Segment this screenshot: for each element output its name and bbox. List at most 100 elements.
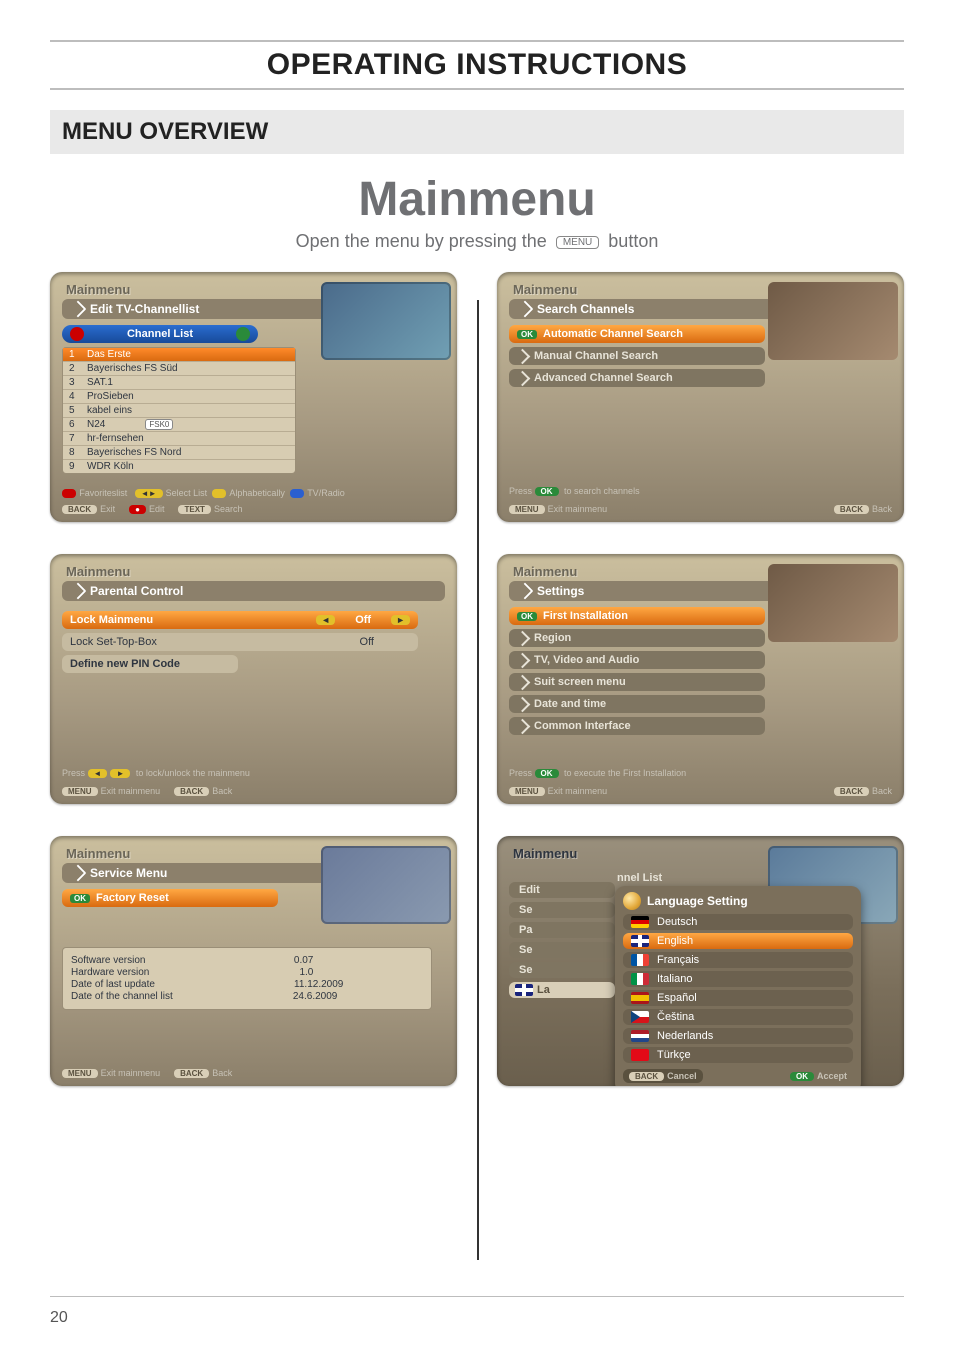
preview-thumb bbox=[768, 282, 898, 360]
back-badge[interactable]: BACK bbox=[834, 787, 869, 796]
menuitem-bg: Pa bbox=[509, 922, 615, 938]
back-badge[interactable]: BACK bbox=[174, 787, 209, 796]
list-item[interactable]: 1Das Erste bbox=[63, 348, 295, 362]
list-item[interactable]: 9WDR Köln bbox=[63, 460, 295, 473]
blue-icon bbox=[290, 489, 304, 498]
red-icon bbox=[62, 489, 76, 498]
list-item[interactable]: 8Bayerisches FS Nord bbox=[63, 446, 295, 460]
title-bar: OPERATING INSTRUCTIONS bbox=[50, 48, 904, 82]
flag-tr-icon bbox=[631, 1049, 649, 1061]
green-dot-icon bbox=[236, 327, 250, 341]
accept-button[interactable]: OKAccept bbox=[784, 1069, 853, 1083]
label: Software version bbox=[71, 955, 145, 966]
right-arrow-icon[interactable]: ► bbox=[391, 615, 410, 625]
footer: MENUExit mainmenu BACKBack bbox=[509, 504, 892, 514]
flag-icon bbox=[515, 984, 533, 996]
list-item[interactable]: 3SAT.1 bbox=[63, 376, 295, 390]
flag-en-icon bbox=[631, 935, 649, 947]
lang-item[interactable]: Italiano bbox=[623, 971, 853, 987]
back-badge[interactable]: BACK bbox=[174, 1069, 209, 1078]
page-title: OPERATING INSTRUCTIONS bbox=[267, 48, 687, 82]
arrow-icon bbox=[515, 696, 531, 712]
footer: MENUExit mainmenu BACKBack bbox=[62, 1068, 445, 1078]
arrow-icon bbox=[515, 370, 531, 386]
menuitem-common-interface[interactable]: Common Interface bbox=[509, 717, 765, 735]
lang-item[interactable]: English bbox=[623, 933, 853, 949]
label: Date of last update bbox=[71, 979, 155, 990]
popup-header: Language Setting bbox=[623, 892, 853, 910]
menuitem-region[interactable]: Region bbox=[509, 629, 765, 647]
lang-item[interactable]: Türkçe bbox=[623, 1047, 853, 1063]
list-item[interactable]: 2Bayerisches FS Süd bbox=[63, 362, 295, 376]
divider-line bbox=[477, 300, 479, 1260]
fsk-badge: FSK0 bbox=[145, 419, 173, 430]
arrow-icon bbox=[517, 301, 534, 318]
left-arrow-icon[interactable]: ◄ bbox=[316, 615, 335, 625]
menuitem-bg: Se bbox=[509, 902, 615, 918]
row-lock-stb[interactable]: Lock Set-Top-BoxOff bbox=[62, 633, 418, 651]
back-badge[interactable]: BACK bbox=[62, 505, 97, 514]
menuitem-suit-screen[interactable]: Suit screen menu bbox=[509, 673, 765, 691]
popup-buttons: BACKCancel OKAccept bbox=[623, 1069, 853, 1083]
menuitem-bg: Se bbox=[509, 962, 615, 978]
menuitem-factory-reset[interactable]: OKFactory Reset bbox=[62, 889, 278, 907]
flag-nl-icon bbox=[631, 1030, 649, 1042]
menuitem-manual-search[interactable]: Manual Channel Search bbox=[509, 347, 765, 365]
menuitem-advanced-search[interactable]: Advanced Channel Search bbox=[509, 369, 765, 387]
menuitem-auto-search[interactable]: OKAutomatic Channel Search bbox=[509, 325, 765, 343]
flag-it-icon bbox=[631, 973, 649, 985]
arrow-icon bbox=[515, 348, 531, 364]
section-header: MENU OVERVIEW bbox=[50, 110, 904, 154]
arrow-icon bbox=[70, 583, 87, 600]
left-arrow-icon: ◄ bbox=[88, 769, 108, 778]
lang-item[interactable]: Français bbox=[623, 952, 853, 968]
rule bbox=[50, 40, 904, 42]
row-define-pin[interactable]: Define new PIN Code bbox=[62, 655, 238, 673]
list-item[interactable]: 6N24FSK0 bbox=[63, 418, 295, 432]
panel-parental-control: Mainmenu Parental Control Lock Mainmenu … bbox=[50, 554, 457, 804]
red-badge[interactable]: ● bbox=[129, 505, 146, 514]
cancel-button[interactable]: BACKCancel bbox=[623, 1069, 703, 1083]
arrow-icon bbox=[515, 652, 531, 668]
arrow-icon bbox=[515, 718, 531, 734]
ok-badge: OK bbox=[517, 612, 537, 621]
rule bbox=[50, 1296, 904, 1298]
legend: Favoriteslist ◄►Select List Alphabetical… bbox=[62, 488, 445, 498]
value: 0.07 bbox=[294, 955, 313, 966]
menu-badge[interactable]: MENU bbox=[62, 1069, 98, 1078]
arrow-icon bbox=[70, 865, 87, 882]
back-badge[interactable]: BACK bbox=[834, 505, 869, 514]
channel-list-pill[interactable]: Channel List bbox=[62, 325, 258, 343]
lang-item[interactable]: Español bbox=[623, 990, 853, 1006]
ok-badge: OK bbox=[70, 894, 90, 903]
menu-button-glyph: MENU bbox=[556, 236, 599, 249]
value: 1.0 bbox=[299, 967, 313, 978]
text-badge[interactable]: TEXT bbox=[178, 505, 210, 514]
flag-cz-icon bbox=[631, 1011, 649, 1023]
menuitem-date-time[interactable]: Date and time bbox=[509, 695, 765, 713]
menu-badge[interactable]: MENU bbox=[509, 505, 545, 514]
panel-breadcrumb: Mainmenu bbox=[66, 564, 445, 579]
lang-item[interactable]: Nederlands bbox=[623, 1028, 853, 1044]
lang-item[interactable]: Deutsch bbox=[623, 914, 853, 930]
menu-badge[interactable]: MENU bbox=[62, 787, 98, 796]
subline-post: button bbox=[608, 231, 658, 251]
flag-es-icon bbox=[631, 992, 649, 1004]
list-item[interactable]: 4ProSieben bbox=[63, 390, 295, 404]
ok-badge: OK bbox=[790, 1072, 814, 1081]
menuitem-tv-video-audio[interactable]: TV, Video and Audio bbox=[509, 651, 765, 669]
hint: Press OK to execute the First Installati… bbox=[509, 768, 686, 778]
ok-badge: OK bbox=[535, 487, 559, 496]
menuitem-first-install[interactable]: OKFirst Installation bbox=[509, 607, 765, 625]
arrow-icon bbox=[515, 674, 531, 690]
menu-badge[interactable]: MENU bbox=[509, 787, 545, 796]
section-title: MENU OVERVIEW bbox=[62, 118, 268, 145]
row-lock-mainmenu[interactable]: Lock Mainmenu ◄Off► bbox=[62, 611, 418, 629]
globe-icon bbox=[623, 892, 641, 910]
arrow-icon bbox=[70, 301, 87, 318]
panel-service-menu: Mainmenu Service Menu OKFactory Reset So… bbox=[50, 836, 457, 1086]
preview-thumb bbox=[321, 282, 451, 360]
lang-item[interactable]: Čeština bbox=[623, 1009, 853, 1025]
list-item[interactable]: 5kabel eins bbox=[63, 404, 295, 418]
list-item[interactable]: 7hr-fernsehen bbox=[63, 432, 295, 446]
